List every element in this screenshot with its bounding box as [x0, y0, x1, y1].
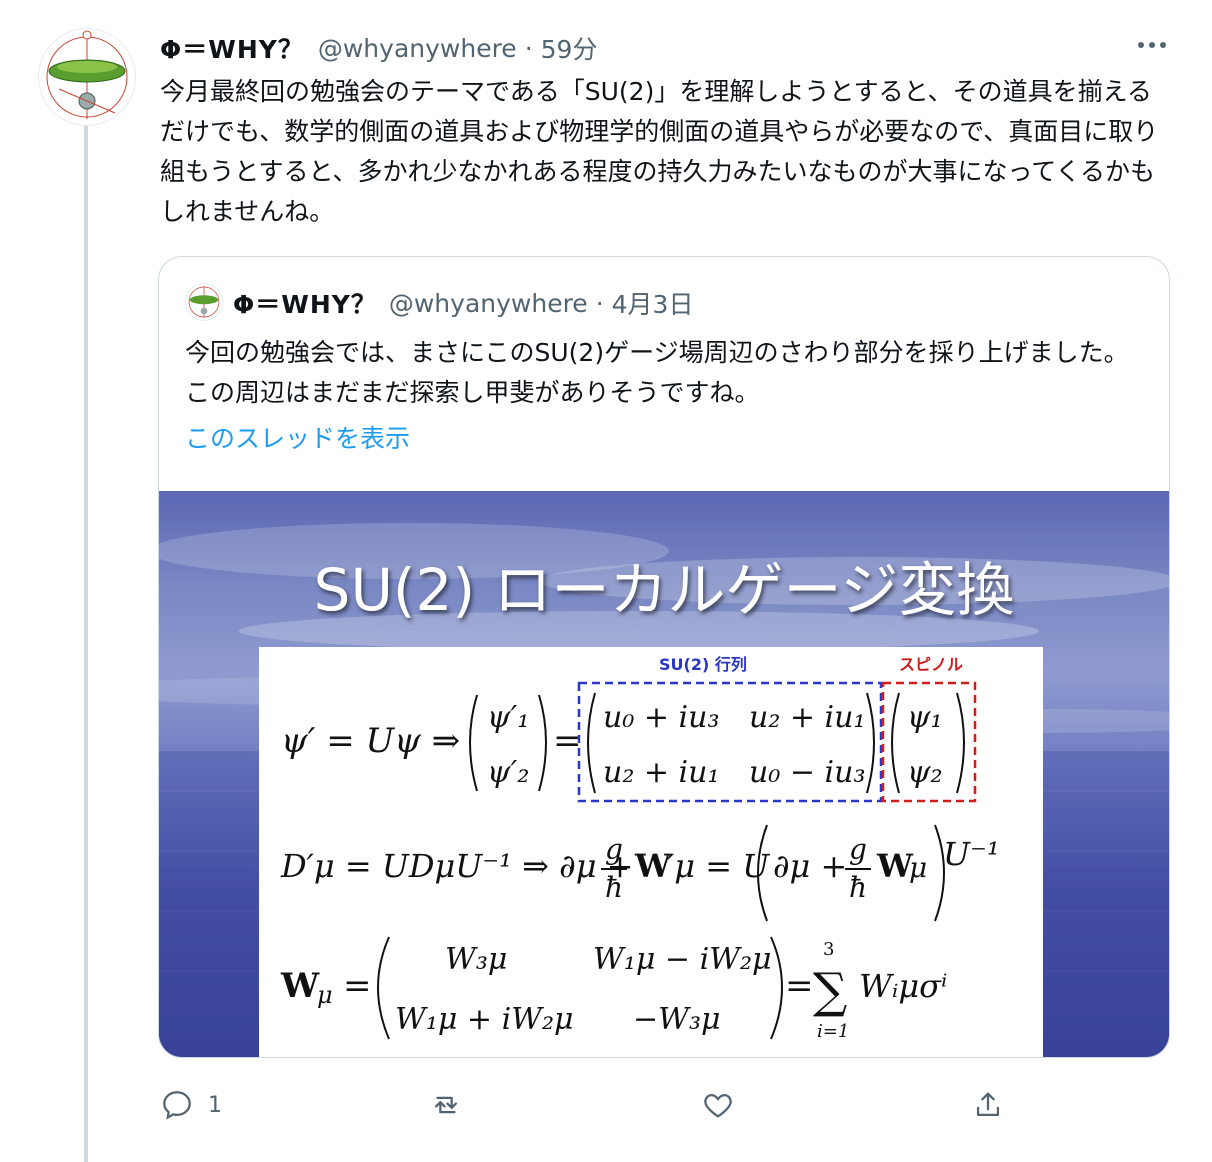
- avatar-logo-icon: [188, 286, 220, 318]
- more-icon[interactable]: [1132, 30, 1172, 60]
- slide-image[interactable]: SU(2) ローカルゲージ変換 SU(2) 行列 スピノル ψ′ = Uψ ⇒ …: [159, 491, 1169, 1057]
- svg-text:ψ′₁: ψ′₁: [487, 700, 529, 735]
- svg-text:ħ: ħ: [605, 871, 623, 904]
- quote-separator: ·: [595, 288, 604, 318]
- svg-text:ħ: ħ: [849, 871, 867, 904]
- display-name[interactable]: Φ＝WHY？: [160, 30, 304, 66]
- thread-line: [84, 125, 88, 1162]
- svg-text:u₂ + iu₁: u₂ + iu₁: [603, 755, 720, 790]
- svg-text:ψ′ = Uψ ⇒: ψ′ = Uψ ⇒: [281, 721, 460, 761]
- svg-text:ψ₂: ψ₂: [907, 755, 943, 790]
- avatar[interactable]: [38, 28, 136, 126]
- reply-button[interactable]: 1: [160, 1080, 222, 1130]
- svg-text:g: g: [849, 833, 867, 866]
- tweet-header: Φ＝WHY？ @whyanywhere · 59分: [160, 28, 597, 68]
- svg-text:∂μ +: ∂μ +: [773, 847, 847, 885]
- svg-text:=: =: [553, 721, 582, 761]
- quote-text: 今回の勉強会では、まさにこのSU(2)ゲージ場周辺のさわり部分を採り上げました。…: [185, 338, 1129, 407]
- equations-graphic: ψ′ = Uψ ⇒ ψ′₁ ψ′₂ = u₀ + iu₃ u₂ + iu₁ u₂…: [280, 681, 1000, 1042]
- quote-date: 4月3日: [611, 290, 694, 319]
- svg-text:u₂ + iu₁: u₂ + iu₁: [749, 700, 866, 735]
- svg-text:W: W: [280, 966, 320, 1006]
- svg-text:∑: ∑: [813, 963, 847, 1019]
- tweet-text: 今月最終回の勉強会のテーマである「SU(2)」を理解しようとすると、その道具を揃…: [160, 77, 1159, 226]
- like-button[interactable]: [700, 1080, 750, 1130]
- separator: ·: [524, 33, 533, 63]
- svg-text:μ: μ: [317, 981, 333, 1009]
- quote-header: Φ＝WHY？ @whyanywhere · 4月3日: [233, 283, 693, 323]
- svg-text:W₁μ + iW₂μ: W₁μ + iW₂μ: [395, 1002, 574, 1037]
- avatar-logo-icon: [46, 30, 128, 119]
- svg-text:3: 3: [823, 939, 834, 960]
- svg-text:g: g: [605, 833, 623, 866]
- svg-text:W₃μ: W₃μ: [445, 942, 507, 977]
- action-bar: 1: [0, 1080, 1212, 1130]
- svg-text:D′μ = UDμU⁻¹ ⇒ ∂μ +: D′μ = UDμU⁻¹ ⇒ ∂μ +: [280, 847, 633, 885]
- svg-text:ψ₁: ψ₁: [907, 700, 943, 735]
- like-icon: [704, 1093, 732, 1118]
- reply-count: 1: [208, 1092, 222, 1118]
- share-button[interactable]: [970, 1080, 1006, 1130]
- slide-title: SU(2) ローカルゲージ変換: [313, 556, 1015, 624]
- svg-text:′μ = U: ′μ = U: [667, 847, 770, 885]
- share-icon: [976, 1092, 1000, 1117]
- timestamp[interactable]: 59分: [541, 30, 598, 66]
- svg-text:u₀ − iu₃: u₀ − iu₃: [749, 755, 866, 790]
- equation-panel: SU(2) 行列 スピノル ψ′ = Uψ ⇒ ψ′₁ ψ′₂ = u₀ + i…: [259, 647, 1043, 1057]
- svg-text:u₀ + iu₃: u₀ + iu₃: [603, 700, 720, 735]
- quote-display-name: Φ＝WHY？: [233, 290, 377, 319]
- svg-text:Wᵢμσⁱ: Wᵢμσⁱ: [859, 967, 947, 1005]
- handle[interactable]: @whyanywhere: [318, 34, 517, 63]
- quote-avatar: [185, 283, 223, 321]
- svg-text:−W₃μ: −W₃μ: [633, 1002, 721, 1037]
- svg-text:U⁻¹: U⁻¹: [943, 835, 1000, 873]
- reply-icon: [163, 1091, 191, 1120]
- svg-text:=: =: [785, 966, 814, 1006]
- retweet-button[interactable]: [428, 1080, 478, 1130]
- retweet-icon: [434, 1096, 458, 1114]
- svg-text:μ: μ: [909, 851, 927, 884]
- quote-handle: @whyanywhere: [388, 288, 588, 318]
- svg-text:i=1: i=1: [817, 1021, 849, 1042]
- svg-text:W₁μ − iW₂μ: W₁μ − iW₂μ: [593, 942, 772, 977]
- quoted-tweet[interactable]: Φ＝WHY？ @whyanywhere · 4月3日 今回の勉強会では、まさにこ…: [158, 256, 1170, 1058]
- svg-text:ψ′₂: ψ′₂: [487, 755, 529, 790]
- svg-text:=: =: [343, 966, 372, 1006]
- show-thread-link[interactable]: このスレッドを表示: [185, 419, 410, 455]
